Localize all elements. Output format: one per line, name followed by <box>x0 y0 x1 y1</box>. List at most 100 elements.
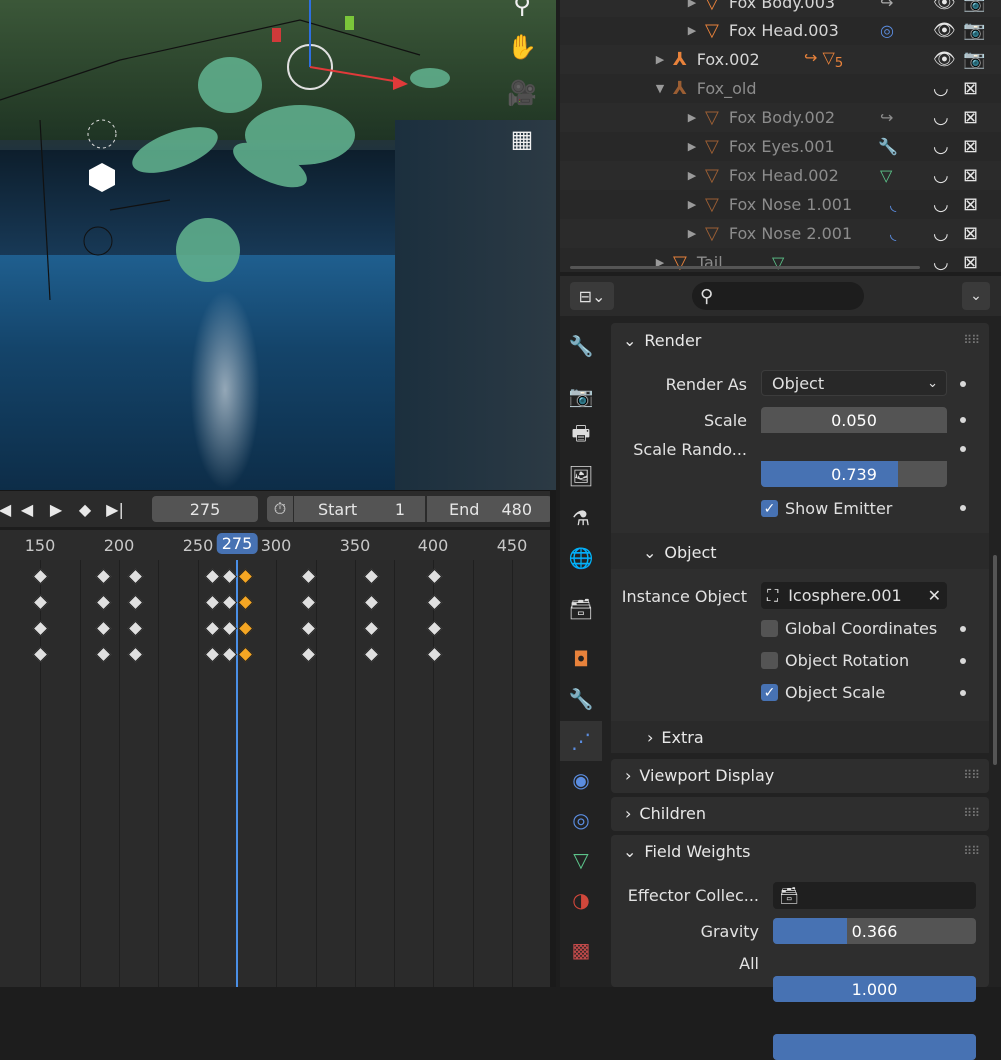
particles-tab-icon[interactable]: ⋰ <box>566 726 596 756</box>
3d-viewport[interactable]: ⚲ ✋ 🎥 ▦ <box>0 0 556 490</box>
play-reverse-icon[interactable]: ◀ <box>14 497 40 521</box>
render-disabled-icon[interactable]: ⊠ <box>963 78 978 99</box>
instance-object-field[interactable]: ⛶ Icosphere.001 ✕ <box>761 582 947 609</box>
view-layer-tab-icon[interactable]: 🖼 <box>566 461 596 491</box>
global-coordinates-checkbox[interactable] <box>761 620 778 637</box>
effector-collection-field[interactable]: 🗃 <box>773 882 976 909</box>
visibility-hidden-icon[interactable]: ◡ <box>933 223 949 244</box>
show-emitter-checkbox[interactable]: ✓ <box>761 500 778 517</box>
visibility-hidden-icon[interactable]: ◡ <box>933 165 949 186</box>
zoom-icon[interactable]: ⚲ <box>505 0 539 22</box>
modifier-tab-icon[interactable]: 🔧 <box>566 684 596 714</box>
timeline-keyframe-area[interactable] <box>0 560 550 987</box>
outliner-row[interactable]: ▶ ▽ Fox Nose 2.001 ◟ ◡ ⊠ <box>560 219 1001 248</box>
scale-slider[interactable]: 0.050 <box>761 407 947 433</box>
render-tab-icon[interactable]: 📷 <box>566 381 596 411</box>
outliner[interactable]: ▶ ▽ Fox Body.003 ↪ 👁 📷 ▶ ▽ Fox Head.003 … <box>560 0 1001 273</box>
show-emitter-checkbox-row[interactable]: ✓ Show Emitter <box>761 499 892 518</box>
object-tab-icon[interactable]: ◘ <box>566 644 596 674</box>
hand-pan-icon[interactable]: ✋ <box>505 30 539 64</box>
drag-grip-icon[interactable]: ⠿⠿ <box>963 806 980 820</box>
search-input[interactable]: ⚲ <box>692 282 864 310</box>
outliner-row[interactable]: ▶ ▽ Fox Nose 1.001 ◟ ◡ ⊠ <box>560 190 1001 219</box>
start-frame-field[interactable]: Start 1 <box>294 496 425 522</box>
expand-arrow-icon[interactable]: ▶ <box>685 111 699 124</box>
keyframe-dot[interactable] <box>960 446 966 452</box>
expand-arrow-icon[interactable]: ▶ <box>685 198 699 211</box>
outliner-row[interactable]: ▶ ▽ Fox Head.002 ▽ ◡ ⊠ <box>560 161 1001 190</box>
object-subpanel-header[interactable]: ⌄ Object <box>643 543 717 562</box>
render-disabled-icon[interactable]: ⊠ <box>963 223 978 244</box>
options-dropdown[interactable]: ⌄ <box>962 282 990 310</box>
camera-view-icon[interactable]: 🎥 <box>505 76 539 110</box>
scene-tab-icon[interactable]: ⚗ <box>566 503 596 533</box>
all-slider[interactable]: 1.000 <box>773 976 976 1002</box>
visibility-hidden-icon[interactable]: ◡ <box>933 136 949 157</box>
scale-random-slider[interactable]: 0.739 <box>761 461 947 487</box>
visibility-hidden-icon[interactable]: ◡ <box>933 107 949 128</box>
visibility-eye-icon[interactable]: 👁 <box>933 20 956 41</box>
render-disabled-icon[interactable]: ⊠ <box>963 252 978 273</box>
visibility-hidden-icon[interactable]: ◡ <box>933 194 949 215</box>
viewport-display-header[interactable]: › Viewport Display <box>625 766 774 785</box>
render-camera-icon[interactable]: 📷 <box>963 0 985 13</box>
render-disabled-icon[interactable]: ⊠ <box>963 136 978 157</box>
drag-grip-icon[interactable]: ⠿⠿ <box>963 768 980 782</box>
object-rotation-row[interactable]: Object Rotation <box>761 651 909 670</box>
gravity-slider[interactable]: 0.366 <box>773 918 976 944</box>
output-tab-icon[interactable]: 🖶 <box>566 421 596 451</box>
outliner-row[interactable]: ▶ ▽ Fox Eyes.001 🔧 ◡ ⊠ <box>560 132 1001 161</box>
collapse-arrow-icon[interactable]: ▼ <box>653 82 667 95</box>
expand-arrow-icon[interactable]: ▶ <box>685 169 699 182</box>
properties-scrollbar[interactable] <box>993 555 997 765</box>
play-icon[interactable]: ▶ <box>43 497 69 521</box>
expand-arrow-icon[interactable]: ▶ <box>685 24 699 37</box>
render-as-dropdown[interactable]: Object ⌄ <box>761 370 947 396</box>
editor-type-icon[interactable]: ⊟⌄ <box>570 282 614 310</box>
render-camera-icon[interactable]: 📷 <box>963 49 985 70</box>
timeline-ruler[interactable]: 150 200 250 275 300 350 400 450 <box>0 530 550 560</box>
object-scale-row[interactable]: ✓ Object Scale <box>761 683 885 702</box>
field-weights-header[interactable]: ⌄ Field Weights <box>623 842 751 861</box>
keyframe-dot[interactable] <box>960 690 966 696</box>
visibility-hidden-icon[interactable]: ◡ <box>933 78 949 99</box>
visibility-eye-icon[interactable]: 👁 <box>933 0 956 13</box>
jump-end-icon[interactable]: ▶| <box>102 497 128 521</box>
next-weight-slider[interactable] <box>773 1034 976 1060</box>
playhead-frame-label[interactable]: 275 <box>216 533 258 554</box>
world-tab-icon[interactable]: 🌐 <box>566 543 596 573</box>
tool-tab-icon[interactable]: 🔧 <box>566 331 596 361</box>
render-panel-header[interactable]: ⌄ Render <box>623 331 701 350</box>
extra-subpanel-header[interactable]: › Extra <box>647 728 704 747</box>
data-tab-icon[interactable]: ▽ <box>566 845 596 875</box>
grid-ortho-icon[interactable]: ▦ <box>505 122 539 156</box>
object-scale-checkbox[interactable]: ✓ <box>761 684 778 701</box>
children-panel[interactable]: › Children ⠿⠿ <box>611 797 989 831</box>
expand-arrow-icon[interactable]: ▶ <box>685 140 699 153</box>
expand-arrow-icon[interactable]: ▶ <box>685 0 699 9</box>
render-camera-icon[interactable]: 📷 <box>963 20 985 41</box>
keyframe-dot[interactable] <box>960 505 966 511</box>
collection-tab-icon[interactable]: 🗃 <box>566 594 596 624</box>
stopwatch-icon[interactable]: ⏱ <box>267 496 293 522</box>
playhead-line[interactable] <box>236 560 238 987</box>
object-rotation-checkbox[interactable] <box>761 652 778 669</box>
drag-grip-icon[interactable]: ⠿⠿ <box>963 844 980 858</box>
global-coordinates-row[interactable]: Global Coordinates <box>761 619 937 638</box>
outliner-row[interactable]: ▶ ⅄ Fox.002 ↪ ▽5 👁 📷 <box>560 45 1001 74</box>
keyframe-dot[interactable] <box>960 381 966 387</box>
outliner-row[interactable]: ▶ ▽ Fox Head.003 ◎ 👁 📷 <box>560 16 1001 45</box>
keyframe-dot[interactable] <box>960 658 966 664</box>
texture-tab-icon[interactable]: ▩ <box>566 935 596 965</box>
light-object[interactable] <box>89 163 115 192</box>
keyframe-dot[interactable] <box>960 417 966 423</box>
render-disabled-icon[interactable]: ⊠ <box>963 107 978 128</box>
visibility-eye-icon[interactable]: 👁 <box>933 49 956 70</box>
outliner-row[interactable]: ▶ ▽ Tail ▽ ◡ ⊠ <box>560 248 1001 277</box>
visibility-hidden-icon[interactable]: ◡ <box>933 252 949 273</box>
close-icon[interactable]: ✕ <box>928 586 941 605</box>
material-tab-icon[interactable]: ◑ <box>566 885 596 915</box>
end-frame-field[interactable]: End 480 <box>427 496 552 522</box>
outliner-scrollbar[interactable] <box>570 266 920 269</box>
expand-arrow-icon[interactable]: ▶ <box>685 227 699 240</box>
